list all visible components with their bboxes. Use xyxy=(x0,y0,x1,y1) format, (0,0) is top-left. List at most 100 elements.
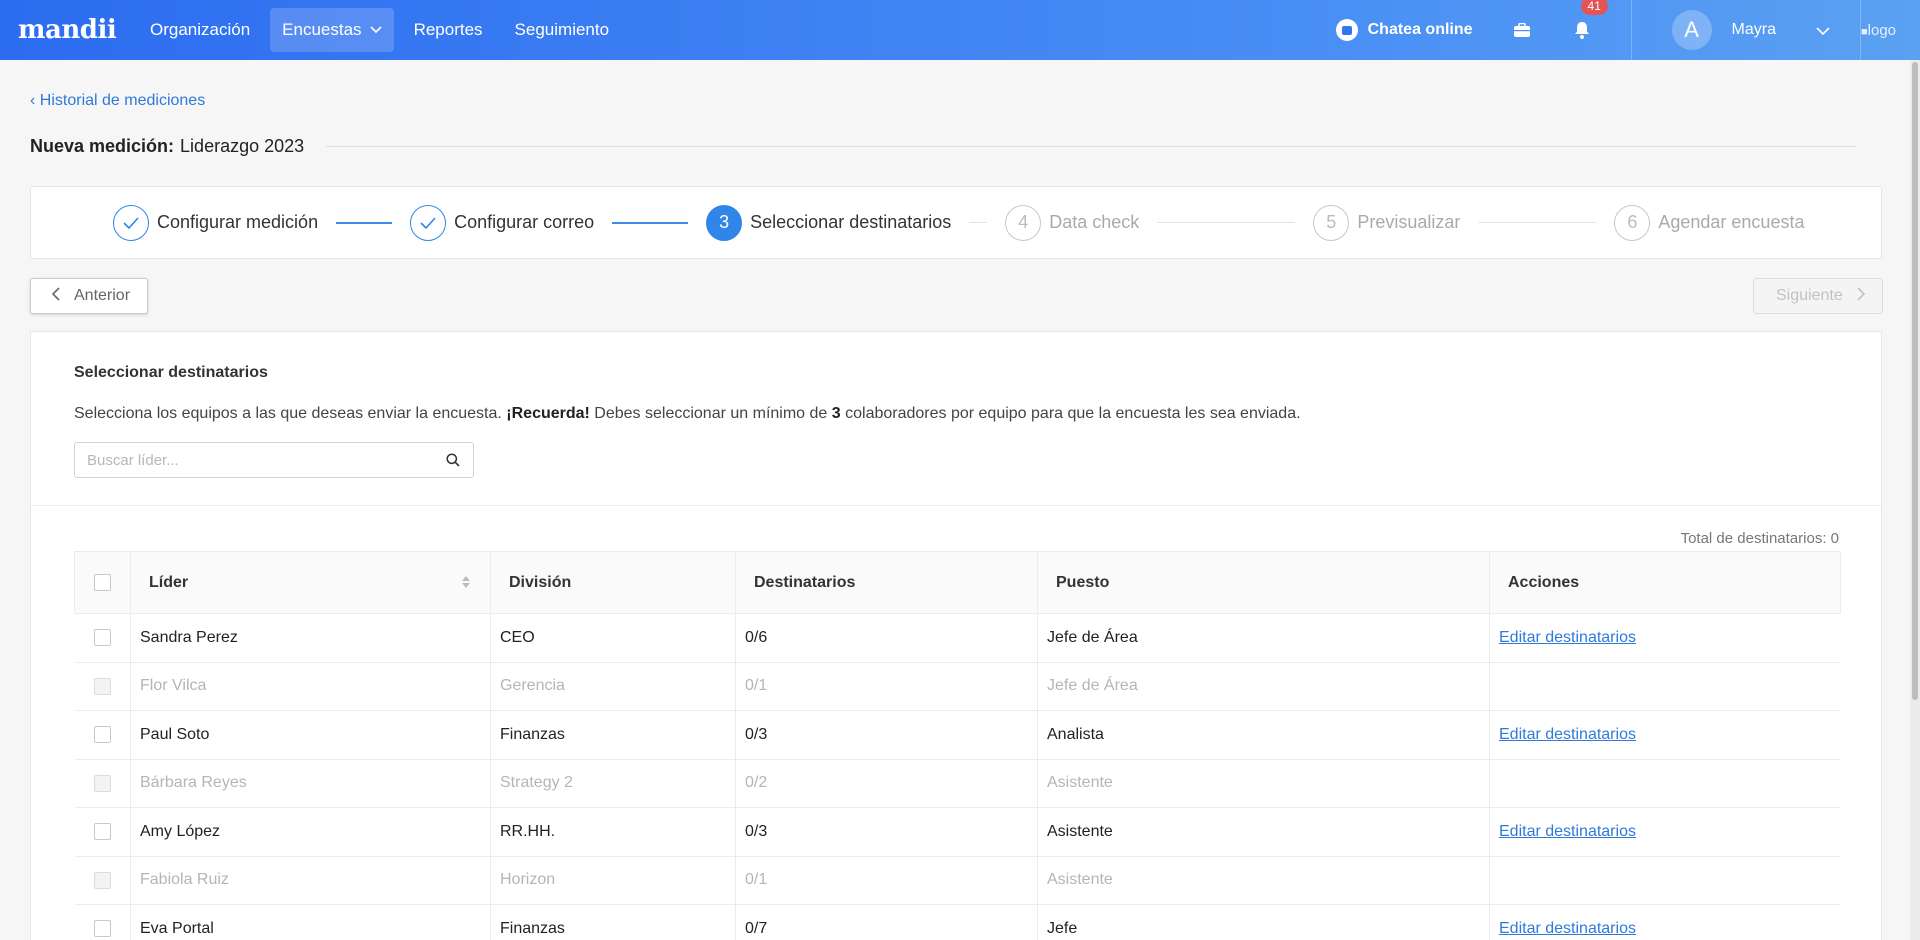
step-number: 6 xyxy=(1614,204,1651,241)
row-select-cell xyxy=(74,904,131,940)
cell-role: Asistente xyxy=(1037,807,1490,857)
chevron-down-icon xyxy=(369,23,382,37)
table-row: Flor Vilca Gerencia 0/1 Jefe de Área xyxy=(74,662,1841,711)
top-navbar: mandii Organización Encuestas Reportes S… xyxy=(0,0,1920,60)
step-agendar-encuesta[interactable]: 6 Agendar encuesta xyxy=(1614,204,1804,241)
briefcase-button[interactable] xyxy=(1511,19,1533,41)
panel-divider xyxy=(31,505,1881,506)
step-label: Configurar correo xyxy=(454,212,595,232)
cell-recipients: 0/3 xyxy=(735,710,1038,760)
table-row: Paul Soto Finanzas 0/3 Analista Editar d… xyxy=(74,710,1841,760)
logo-alt-text: logo xyxy=(1867,21,1896,39)
table-row: Sandra Perez CEO 0/6 Jefe de Área Editar… xyxy=(74,613,1841,663)
next-button-label: Siguiente xyxy=(1776,287,1843,304)
step-connector xyxy=(336,221,393,224)
edit-recipients-link[interactable]: Editar destinatarios xyxy=(1499,629,1636,646)
checkmark-icon xyxy=(410,204,447,241)
cell-actions xyxy=(1489,662,1841,711)
step-configurar-medicion[interactable]: Configurar medición xyxy=(113,204,319,241)
measurement-name: Liderazgo 2023 xyxy=(180,136,305,156)
cell-role: Analista xyxy=(1037,710,1490,760)
company-logo: ■logo xyxy=(1860,21,1896,39)
cell-leader: Eva Portal xyxy=(130,904,491,940)
cell-role: Jefe de Área xyxy=(1037,662,1490,711)
cell-actions xyxy=(1489,759,1841,808)
sort-icon[interactable] xyxy=(462,576,470,588)
page-title: Nueva medición: Liderazgo 2023 xyxy=(30,136,1856,157)
chevron-left-icon xyxy=(51,286,60,306)
nav-divider xyxy=(1630,0,1632,60)
step-number: 5 xyxy=(1313,204,1350,241)
table-row: Fabiola Ruiz Horizon 0/1 Asistente xyxy=(74,856,1841,905)
avatar[interactable]: A xyxy=(1671,10,1712,50)
title-divider xyxy=(326,146,1856,147)
cell-actions: Editar destinatarios xyxy=(1489,710,1841,760)
edit-recipients-link[interactable]: Editar destinatarios xyxy=(1499,920,1636,937)
cell-recipients: 0/1 xyxy=(735,662,1038,711)
nav-organizacion[interactable]: Organización xyxy=(138,8,262,52)
desc-min-count: 3 xyxy=(831,405,841,422)
cell-division: CEO xyxy=(490,613,736,663)
step-label: Configurar medición xyxy=(157,212,319,232)
nav-encuestas[interactable]: Encuestas xyxy=(270,8,394,52)
desc-text: colaboradores por equipo para que la enc… xyxy=(840,405,1301,422)
search-icon[interactable] xyxy=(433,453,473,467)
cell-leader: Amy López xyxy=(130,807,491,857)
desc-text: Selecciona los equipos a las que deseas … xyxy=(74,405,507,422)
step-configurar-correo[interactable]: Configurar correo xyxy=(410,204,595,241)
desc-text: Debes seleccionar un mínimo de xyxy=(589,405,832,422)
cell-division: Finanzas xyxy=(490,904,736,940)
select-all-checkbox[interactable] xyxy=(94,573,111,591)
row-checkbox[interactable] xyxy=(93,629,111,647)
col-division: División xyxy=(490,551,736,614)
cell-role: Asistente xyxy=(1037,856,1490,905)
table-row: Eva Portal Finanzas 0/7 Jefe Editar dest… xyxy=(74,904,1841,940)
edit-recipients-link[interactable]: Editar destinatarios xyxy=(1499,823,1636,840)
chat-online-button[interactable]: Chatea online xyxy=(1335,19,1473,41)
nav-seguimiento[interactable]: Seguimiento xyxy=(503,8,622,52)
row-select-cell xyxy=(74,856,131,905)
brand-logo[interactable]: mandii xyxy=(18,15,138,45)
cell-actions xyxy=(1489,856,1841,905)
row-select-cell xyxy=(74,807,131,857)
cell-recipients: 0/2 xyxy=(735,759,1038,808)
previous-button[interactable]: Anterior xyxy=(30,278,148,314)
row-checkbox xyxy=(93,677,111,695)
step-seleccionar-destinatarios[interactable]: 3 Seleccionar destinatarios xyxy=(706,204,951,241)
page-title-prefix: Nueva medición: xyxy=(30,136,175,156)
user-name[interactable]: Mayra xyxy=(1732,21,1776,39)
row-checkbox[interactable] xyxy=(93,823,111,841)
step-previsualizar[interactable]: 5 Previsualizar xyxy=(1313,204,1460,241)
row-select-cell xyxy=(74,710,131,760)
select-all-cell xyxy=(74,551,131,614)
bell-icon xyxy=(1574,22,1589,39)
scrollbar-thumb[interactable] xyxy=(1912,62,1918,700)
table-row: Amy López RR.HH. 0/3 Asistente Editar de… xyxy=(74,807,1841,857)
cell-leader: Paul Soto xyxy=(130,710,491,760)
cell-role: Jefe de Área xyxy=(1037,613,1490,663)
row-checkbox[interactable] xyxy=(93,726,111,744)
cell-recipients: 0/1 xyxy=(735,856,1038,905)
row-checkbox[interactable] xyxy=(93,920,111,938)
page-scrollbar[interactable] xyxy=(1910,60,1920,940)
cell-actions: Editar destinatarios xyxy=(1489,807,1841,857)
cell-recipients: 0/7 xyxy=(735,904,1038,940)
col-destinatarios: Destinatarios xyxy=(735,551,1038,614)
step-data-check[interactable]: 4 Data check xyxy=(1005,204,1139,241)
next-button[interactable]: Siguiente xyxy=(1753,278,1883,314)
notifications-button[interactable]: 41 xyxy=(1571,0,1608,41)
search-input[interactable] xyxy=(75,443,433,477)
step-connector xyxy=(612,221,689,224)
cell-leader: Fabiola Ruiz xyxy=(130,856,491,905)
nav-reportes[interactable]: Reportes xyxy=(402,8,495,52)
user-menu-chevron-icon[interactable] xyxy=(1816,22,1830,38)
cell-actions: Editar destinatarios xyxy=(1489,904,1841,940)
leader-search xyxy=(74,442,474,478)
back-to-history-link[interactable]: ‹ Historial de mediciones xyxy=(30,92,205,110)
briefcase-icon xyxy=(1513,23,1530,37)
row-checkbox xyxy=(93,871,111,889)
cell-recipients: 0/3 xyxy=(735,807,1038,857)
col-lider[interactable]: Líder xyxy=(130,551,491,614)
edit-recipients-link[interactable]: Editar destinatarios xyxy=(1499,726,1636,743)
cell-division: Gerencia xyxy=(490,662,736,711)
